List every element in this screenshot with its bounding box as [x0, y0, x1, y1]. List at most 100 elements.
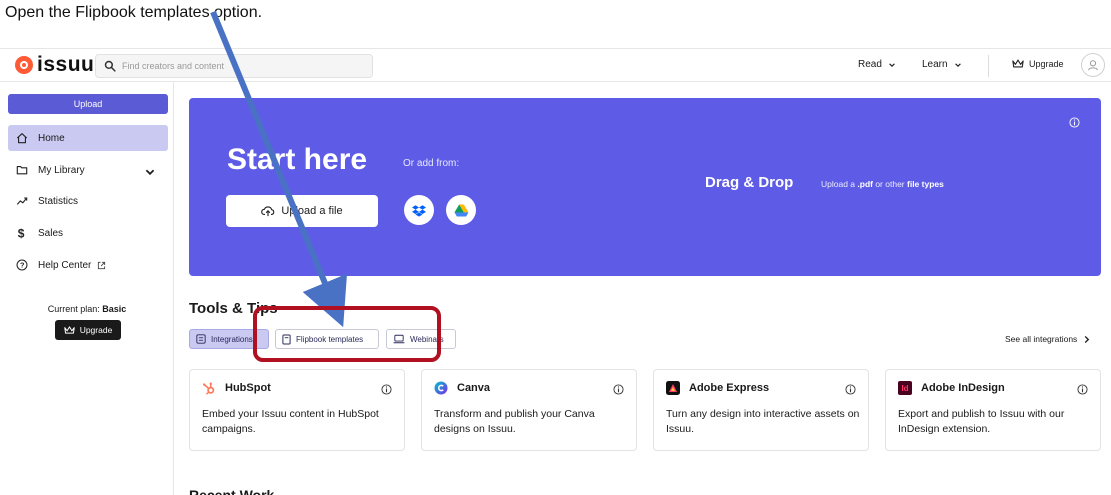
card-title: HubSpot	[225, 382, 271, 394]
chevron-down-icon[interactable]	[144, 166, 156, 178]
card-header: Adobe Express	[666, 381, 769, 395]
crown-icon	[1012, 59, 1024, 68]
laptop-icon	[393, 334, 405, 344]
recent-work-heading: Recent Work	[189, 487, 275, 495]
tab-flipbook-templates[interactable]: Flipbook templates	[275, 329, 379, 349]
integration-card-adobe-indesign[interactable]: Id Adobe InDesign Export and publish to …	[885, 369, 1101, 451]
card-title: Canva	[457, 382, 491, 394]
sidebar-item-statistics[interactable]: Statistics	[8, 188, 168, 214]
info-icon[interactable]	[1077, 382, 1088, 400]
nav-learn[interactable]: Learn	[922, 59, 962, 70]
card-header: Id Adobe InDesign	[898, 381, 1005, 395]
tab-webinars[interactable]: Webinars	[386, 329, 456, 349]
google-drive-icon	[454, 203, 468, 217]
integration-card-adobe-express[interactable]: Adobe Express Turn any design into inter…	[653, 369, 869, 451]
sidebar-item-help-center[interactable]: ? Help Center	[8, 252, 168, 278]
sidebar-item-label: Sales	[38, 227, 64, 239]
card-header: HubSpot	[202, 381, 271, 395]
crown-icon	[63, 326, 75, 334]
nav-divider	[988, 55, 989, 77]
sidebar-item-label: Statistics	[38, 195, 79, 207]
google-drive-button[interactable]	[446, 195, 476, 225]
card-description: Export and publish to Issuu with our InD…	[898, 408, 1065, 435]
avatar[interactable]	[1081, 53, 1105, 77]
issuu-logo[interactable]: issuu	[15, 53, 95, 76]
sidebar-item-label: My Library	[38, 164, 85, 176]
nav-read-label: Read	[858, 59, 882, 70]
card-description: Embed your Issuu content in HubSpot camp…	[202, 408, 379, 435]
sidebar-item-my-library[interactable]: My Library	[8, 157, 168, 183]
plan-prefix: Current plan:	[47, 304, 103, 314]
tab-label: Integrations	[211, 334, 253, 344]
info-icon[interactable]	[845, 382, 856, 400]
drag-drop-subtitle: Upload a .pdf or other file types	[821, 179, 944, 189]
file-types-link[interactable]: file types	[907, 179, 944, 189]
card-title: Adobe InDesign	[921, 382, 1005, 394]
statistics-icon	[16, 197, 28, 205]
info-icon[interactable]	[613, 382, 624, 400]
drag-sub-pdf: .pdf	[857, 179, 873, 189]
card-description: Turn any design into interactive assets …	[666, 408, 860, 435]
logo-text: issuu	[37, 53, 95, 76]
hubspot-logo-icon	[202, 381, 216, 395]
sidebar-item-sales[interactable]: $ Sales	[8, 220, 168, 246]
integration-card-hubspot[interactable]: HubSpot Embed your Issuu content in HubS…	[189, 369, 405, 451]
header-upgrade-button[interactable]: Upgrade	[1012, 58, 1064, 69]
search-icon	[104, 60, 116, 72]
sidebar-item-label: Home	[38, 132, 65, 144]
tools-tips-heading: Tools & Tips	[189, 300, 278, 317]
dropbox-button[interactable]	[404, 195, 434, 225]
sidebar-item-label: Help Center	[38, 259, 92, 271]
document-icon	[282, 334, 291, 344]
sidebar-upgrade-button[interactable]: Upgrade	[55, 320, 121, 340]
canva-logo-icon	[434, 381, 448, 395]
upload-file-button[interactable]: Upload a file	[226, 195, 378, 227]
sidebar: Upload Home My Library Statistics $ Sale…	[0, 82, 174, 495]
adobe-indesign-logo-icon: Id	[898, 381, 912, 395]
svg-text:$: $	[18, 227, 25, 239]
search-box[interactable]	[95, 54, 373, 78]
info-icon[interactable]	[1069, 115, 1080, 133]
info-icon[interactable]	[381, 382, 392, 400]
drag-sub-mid: or other	[872, 179, 907, 189]
upload-file-label: Upload a file	[281, 205, 343, 217]
header-upgrade-label: Upgrade	[1029, 58, 1064, 69]
nav-learn-label: Learn	[922, 59, 948, 70]
adobe-express-logo-icon	[666, 381, 680, 395]
dollar-icon: $	[18, 227, 25, 239]
library-icon	[16, 166, 28, 175]
home-icon	[16, 133, 28, 144]
dropbox-icon	[412, 204, 426, 217]
tab-label: Flipbook templates	[296, 334, 364, 344]
search-input[interactable]	[122, 61, 362, 71]
top-bar: issuu Read Learn Upgrade	[0, 48, 1111, 82]
svg-text:?: ?	[20, 261, 25, 270]
nav-read[interactable]: Read	[858, 59, 896, 70]
tab-integrations[interactable]: Integrations	[189, 329, 269, 349]
external-link-icon	[98, 261, 106, 269]
sidebar-item-home[interactable]: Home	[8, 125, 168, 151]
card-header: Canva	[434, 381, 490, 395]
cloud-upload-icon	[261, 206, 275, 217]
hero-or-add-from: Or add from:	[403, 158, 460, 169]
sidebar-upgrade-label: Upgrade	[79, 325, 113, 335]
instruction-text: Open the Flipbook templates option.	[5, 4, 263, 21]
user-icon	[1088, 60, 1098, 71]
upload-hero-panel[interactable]: Start here Or add from: Upload a file Dr…	[189, 98, 1101, 276]
drag-sub-prefix: Upload a	[821, 179, 858, 189]
chevron-down-icon	[954, 61, 962, 69]
help-icon: ?	[16, 259, 28, 271]
card-description: Transform and publish your Canva designs…	[434, 408, 595, 435]
chevron-down-icon	[888, 61, 896, 69]
issuu-logo-icon	[15, 56, 33, 74]
plan-name: Basic	[102, 304, 127, 314]
chevron-right-icon	[1084, 335, 1090, 343]
upload-button[interactable]: Upload	[8, 94, 168, 114]
card-title: Adobe Express	[689, 382, 770, 394]
hero-title: Start here	[227, 143, 368, 176]
drag-drop-title: Drag & Drop	[705, 174, 794, 191]
tab-label: Webinars	[410, 334, 444, 344]
integration-card-canva[interactable]: Canva Transform and publish your Canva d…	[421, 369, 637, 451]
see-all-integrations-link[interactable]: See all integrations	[1005, 334, 1090, 344]
see-all-label: See all integrations	[1005, 334, 1078, 344]
